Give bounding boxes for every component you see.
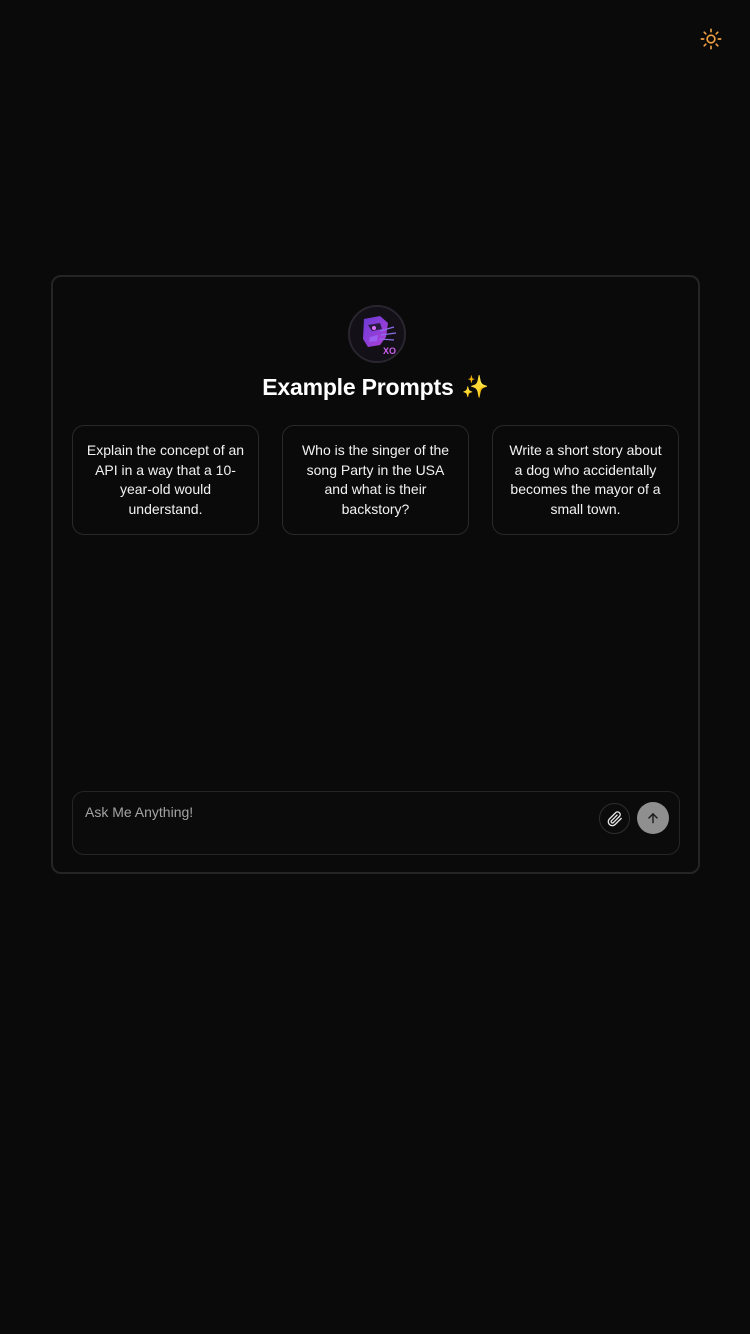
sparkle-icon: ✨: [461, 374, 489, 399]
arrow-up-icon: [648, 813, 658, 824]
message-input[interactable]: [85, 804, 585, 844]
example-prompt-card[interactable]: Explain the concept of an API in a way t…: [72, 425, 259, 535]
message-composer: [72, 791, 680, 855]
send-button[interactable]: [637, 802, 669, 834]
theme-toggle-button[interactable]: [697, 25, 725, 53]
attach-file-button[interactable]: [599, 803, 630, 834]
example-prompt-text: Explain the concept of an API in a way t…: [86, 442, 245, 517]
example-prompt-card[interactable]: Write a short story about a dog who acci…: [492, 425, 679, 535]
page-title: Example Prompts ✨: [53, 372, 698, 402]
example-prompt-text: Write a short story about a dog who acci…: [509, 442, 662, 517]
sun-icon: [700, 28, 722, 50]
title-text: Example Prompts: [262, 373, 454, 400]
robot-avatar-icon: XO: [350, 307, 404, 361]
paperclip-icon: [607, 810, 622, 826]
example-prompt-card[interactable]: Who is the singer of the song Party in t…: [282, 425, 469, 535]
chat-panel: XO Example Prompts ✨ Explain the concept…: [51, 275, 700, 874]
bot-avatar: XO: [348, 305, 406, 363]
svg-text:XO: XO: [383, 346, 396, 356]
example-prompt-text: Who is the singer of the song Party in t…: [301, 442, 450, 517]
